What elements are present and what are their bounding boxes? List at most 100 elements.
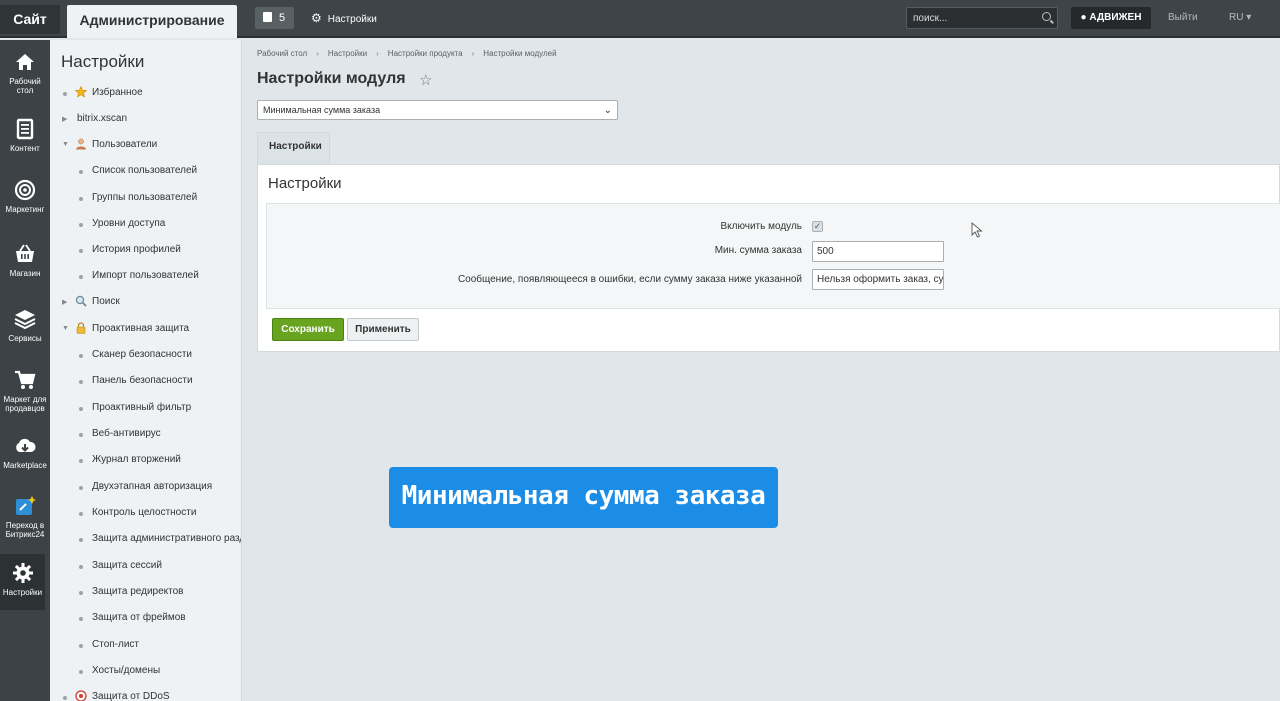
- apply-button[interactable]: Применить: [347, 318, 419, 341]
- error-message-input[interactable]: [812, 269, 944, 290]
- breadcrumb-item[interactable]: Настройки: [328, 49, 367, 58]
- breadcrumb-separator: ›: [471, 49, 475, 58]
- enable-module-label: Включить модуль: [720, 221, 802, 232]
- menu-item-label: bitrix.xscan: [77, 113, 128, 124]
- page-title: Настройки модуля: [257, 70, 406, 87]
- menu-item-security-panel[interactable]: Панель безопасности: [50, 375, 241, 395]
- rail-label: Контент: [10, 144, 40, 153]
- menu-item-label: Проактивный фильтр: [92, 402, 192, 413]
- rail-label: Маркет для продавцов: [3, 395, 47, 413]
- breadcrumb-item[interactable]: Рабочий стол: [257, 49, 307, 58]
- menu-item-label: Защита от DDoS: [92, 691, 170, 701]
- save-button[interactable]: Сохранить: [272, 318, 344, 341]
- target-icon: [14, 179, 36, 201]
- settings-menu: Настройки Избранное ▶ bitrix.xscan ▼ Пол…: [50, 40, 242, 701]
- breadcrumb-item[interactable]: Настройки модулей: [483, 49, 556, 58]
- menu-item-users[interactable]: ▼ Пользователи: [50, 138, 241, 159]
- menu-item-security-scanner[interactable]: Сканер безопасности: [50, 349, 241, 369]
- menu-item-label: Хосты/домены: [92, 665, 161, 676]
- settings-label: Настройки: [327, 14, 377, 25]
- bullet: [63, 696, 67, 700]
- bullet: [79, 538, 83, 542]
- language-select[interactable]: RU ▾: [1229, 12, 1251, 23]
- min-sum-input[interactable]: [812, 241, 944, 262]
- menu-item-proactive[interactable]: ▼ Проактивная защита: [50, 322, 241, 343]
- menu-item-redirect-protection[interactable]: Защита редиректов: [50, 586, 241, 606]
- rail-item-shop[interactable]: Магазин: [0, 243, 50, 278]
- rail-label: Marketplace: [3, 461, 47, 470]
- rail-item-desktop[interactable]: Рабочий стол: [0, 51, 50, 95]
- menu-item-search[interactable]: ▶ Поиск: [50, 295, 241, 316]
- menu-item-label: Сканер безопасности: [92, 349, 193, 360]
- rail-item-marketplace[interactable]: Marketplace: [0, 435, 50, 470]
- menu-item-label: Список пользователей: [92, 165, 198, 176]
- bullet: [79, 591, 83, 595]
- enable-module-checkbox[interactable]: ✓: [812, 221, 823, 232]
- expand-arrow-icon[interactable]: ▶: [62, 298, 67, 306]
- module-select[interactable]: Минимальная сумма заказа ⌄: [257, 100, 618, 120]
- rail-item-marketing[interactable]: Маркетинг: [0, 179, 50, 214]
- menu-item-label: Уровни доступа: [92, 218, 166, 229]
- menu-item-admin-protection[interactable]: Защита административного разде: [50, 533, 241, 553]
- logout-link[interactable]: Выйти: [1168, 12, 1198, 23]
- tab-settings[interactable]: Настройки: [257, 132, 330, 166]
- star-icon: [75, 86, 87, 98]
- search-box: [906, 7, 1058, 29]
- breadcrumb-item[interactable]: Настройки продукта: [388, 49, 463, 58]
- menu-item-intrusion-log[interactable]: Журнал вторжений: [50, 454, 241, 474]
- bullet: [79, 512, 83, 516]
- search-input[interactable]: [907, 8, 1032, 28]
- menu-item-stop-list[interactable]: Стоп-лист: [50, 639, 241, 659]
- menu-item-web-antivirus[interactable]: Веб-антивирус: [50, 428, 241, 448]
- bullet: [63, 92, 67, 96]
- menu-item-hosts-domains[interactable]: Хосты/домены: [50, 665, 241, 685]
- admin-tab[interactable]: Администрирование: [67, 5, 237, 38]
- rail-item-content[interactable]: Контент: [0, 118, 50, 153]
- chevron-down-icon: ⌄: [603, 105, 612, 116]
- menu-item-ddos[interactable]: Защита от DDoS: [50, 690, 241, 701]
- menu-item-xscan[interactable]: ▶ bitrix.xscan: [50, 113, 241, 133]
- magnifier-icon: [75, 295, 87, 307]
- notification-icon: [263, 12, 272, 22]
- menu-item-user-list[interactable]: Список пользователей: [50, 165, 241, 185]
- checkmark-icon: ✓: [813, 221, 822, 231]
- document-icon: [16, 118, 34, 140]
- favorite-star-icon[interactable]: ☆: [419, 71, 432, 89]
- menu-item-integrity-control[interactable]: Контроль целостности: [50, 507, 241, 527]
- menu-item-session-protection[interactable]: Защита сессий: [50, 560, 241, 580]
- menu-item-access-levels[interactable]: Уровни доступа: [50, 218, 241, 238]
- settings-link[interactable]: ⚙ Настройки: [311, 11, 377, 25]
- menu-item-label: Стоп-лист: [92, 639, 139, 650]
- rail-item-services[interactable]: Сервисы: [0, 308, 50, 343]
- menu-item-favorites[interactable]: Избранное: [50, 86, 241, 107]
- collapse-arrow-icon[interactable]: ▼: [62, 141, 69, 148]
- menu-item-proactive-filter[interactable]: Проактивный фильтр: [50, 402, 241, 422]
- bullet: [79, 565, 83, 569]
- rail-item-seller-market[interactable]: Маркет для продавцов: [0, 369, 50, 413]
- notifications-button[interactable]: 5: [255, 7, 294, 29]
- user-button[interactable]: ● АДВИЖЕН: [1071, 7, 1151, 29]
- breadcrumb-separator: ›: [376, 49, 379, 58]
- menu-item-profile-history[interactable]: История профилей: [50, 244, 241, 264]
- menu-item-label: Проактивная защита: [92, 323, 190, 334]
- menu-item-frame-protection[interactable]: Защита от фреймов: [50, 612, 241, 632]
- search-icon[interactable]: [1042, 12, 1051, 21]
- menu-item-user-import[interactable]: Импорт пользователей: [50, 270, 241, 290]
- site-tab[interactable]: Сайт: [0, 5, 60, 34]
- layers-icon: [14, 310, 36, 330]
- menu-item-label: Избранное: [92, 87, 143, 98]
- bullet: [79, 170, 83, 174]
- top-bar: Сайт Администрирование 5 ⚙ Настройки ● АД…: [0, 0, 1280, 38]
- expand-arrow-icon[interactable]: ▶: [62, 115, 67, 123]
- rail-item-settings[interactable]: Настройки: [0, 554, 45, 610]
- home-icon: [16, 54, 34, 70]
- rail-item-bitrix24[interactable]: Переход в Битрикс24: [0, 495, 50, 539]
- menu-item-two-factor[interactable]: Двухэтапная авторизация: [50, 481, 241, 501]
- bullet: [79, 380, 83, 384]
- rail-label: Настройки: [2, 588, 43, 597]
- mouse-cursor-icon: [971, 222, 983, 238]
- collapse-arrow-icon[interactable]: ▼: [62, 325, 69, 332]
- user-icon: [76, 138, 86, 150]
- panel-title: Настройки: [268, 175, 342, 192]
- menu-item-user-groups[interactable]: Группы пользователей: [50, 192, 241, 212]
